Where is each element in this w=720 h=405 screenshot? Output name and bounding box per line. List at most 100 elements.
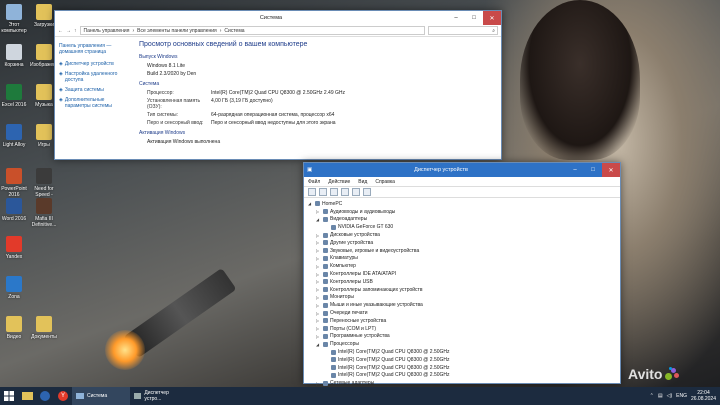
desktop-icon-powerpoint[interactable]: PowerPoint 2016: [0, 168, 28, 198]
tree-node[interactable]: ▷ Контроллеры запоминающих устройств: [308, 286, 616, 294]
expand-toggle-icon[interactable]: ◢: [316, 342, 321, 347]
expand-toggle-icon[interactable]: ▷: [316, 264, 321, 269]
up-icon[interactable]: ↑: [74, 28, 77, 34]
properties-button[interactable]: [330, 188, 338, 196]
expand-toggle-icon[interactable]: ▷: [316, 209, 321, 214]
scan-button[interactable]: [363, 188, 371, 196]
help-button[interactable]: [341, 188, 349, 196]
desktop-icon-zona[interactable]: Zona: [0, 276, 28, 300]
desktop-icon-yandex[interactable]: Yandex: [0, 236, 28, 260]
breadcrumb-item[interactable]: Панель управления: [84, 28, 130, 34]
menu-file[interactable]: Файл: [308, 179, 320, 185]
expand-toggle-icon[interactable]: ▷: [316, 279, 321, 284]
task-device-manager[interactable]: Диспетчер устро...: [130, 387, 188, 405]
remote-settings-link[interactable]: ◈ Настройка удаленного доступа: [59, 71, 131, 83]
expand-toggle-icon[interactable]: ▷: [316, 326, 321, 331]
tree-node[interactable]: ◢ HomePC: [308, 200, 616, 208]
tree-node[interactable]: ▷ Аудиовходы и аудиовыходы: [308, 208, 616, 216]
start-button[interactable]: [0, 387, 18, 405]
desktop-icon-video[interactable]: Видео: [0, 316, 28, 340]
tree-node[interactable]: ▷ Мыши и иные указывающие устройства: [308, 301, 616, 309]
language-indicator[interactable]: ENG: [676, 393, 687, 399]
minimize-button[interactable]: –: [566, 163, 584, 177]
tree-node[interactable]: ▷ Контроллеры USB: [308, 278, 616, 286]
tree-node[interactable]: Intel(R) Core(TM)2 Quad CPU Q8300 @ 2.50…: [308, 372, 616, 380]
explorer-icon[interactable]: [18, 387, 36, 405]
tree-node[interactable]: NVIDIA GeForce GT 630: [308, 223, 616, 231]
desktop-icon-documents[interactable]: Документы: [30, 316, 58, 340]
expand-toggle-icon[interactable]: ▷: [316, 256, 321, 261]
expand-toggle-icon[interactable]: ▷: [316, 287, 321, 292]
desktop-icon-light-alloy[interactable]: Light Alloy: [0, 124, 28, 148]
desktop-icon-recycle-bin[interactable]: Корзина: [0, 44, 28, 68]
info-value: 64-разрядная операционная система, проце…: [211, 112, 335, 118]
menu-action[interactable]: Действие: [328, 179, 350, 185]
advanced-settings-link[interactable]: ◈ Дополнительные параметры системы: [59, 97, 131, 109]
desktop-icon-word[interactable]: Word 2016: [0, 198, 28, 222]
edition-header: Выпуск Windows: [139, 54, 178, 60]
breadcrumb[interactable]: Панель управления › Все элементы панели …: [79, 26, 425, 35]
tree-node[interactable]: Intel(R) Core(TM)2 Quad CPU Q8300 @ 2.50…: [308, 348, 616, 356]
tree-node[interactable]: ◢ Процессоры: [308, 340, 616, 348]
tree-node[interactable]: ▷ Переносные устройства: [308, 317, 616, 325]
network-icon[interactable]: ▤: [658, 393, 663, 399]
close-button[interactable]: ✕: [602, 163, 620, 177]
wallpaper-figure: [520, 0, 640, 160]
clock[interactable]: 22:04 26.08.2024: [691, 390, 716, 402]
yandex-icon[interactable]: Y: [54, 387, 72, 405]
media-icon[interactable]: [36, 387, 54, 405]
tree-node[interactable]: ▷ Контроллеры IDE ATA/ATAPI: [308, 270, 616, 278]
tree-node[interactable]: ▷ Компьютер: [308, 262, 616, 270]
expand-toggle-icon[interactable]: ◢: [308, 201, 313, 206]
chevron-up-icon[interactable]: ⌃: [650, 393, 654, 399]
tree-node[interactable]: ▷ Дисковые устройства: [308, 231, 616, 239]
maximize-button[interactable]: □: [584, 163, 602, 177]
expand-toggle-icon[interactable]: ▷: [316, 240, 321, 245]
forward-button[interactable]: [319, 188, 327, 196]
breadcrumb-item[interactable]: Все элементы панели управления: [137, 28, 217, 34]
tree-node[interactable]: ◢ Видеоадаптеры: [308, 216, 616, 224]
expand-toggle-icon[interactable]: ▷: [316, 334, 321, 339]
expand-toggle-icon[interactable]: ▷: [316, 233, 321, 238]
view-button[interactable]: [352, 188, 360, 196]
expand-toggle-icon[interactable]: ◢: [316, 217, 321, 222]
back-button[interactable]: [308, 188, 316, 196]
expand-toggle-icon[interactable]: ▷: [316, 318, 321, 323]
system-protection-link[interactable]: ◈ Защита системы: [59, 87, 131, 93]
tree-node[interactable]: ▷ Порты (COM и LPT): [308, 325, 616, 333]
tree-node[interactable]: ▷ Звуковые, игровые и видеоустройства: [308, 247, 616, 255]
expand-toggle-icon[interactable]: ▷: [316, 381, 321, 386]
expand-toggle-icon[interactable]: ▷: [316, 272, 321, 277]
tree-node-label: Другие устройства: [330, 239, 374, 246]
device-manager-link[interactable]: ◈ Диспетчер устройств: [59, 61, 131, 67]
desktop-icon-this-pc[interactable]: Этот компьютер: [0, 4, 28, 34]
search-input[interactable]: ⌕: [428, 26, 498, 35]
volume-icon[interactable]: ◁): [667, 393, 673, 399]
expand-toggle-icon[interactable]: ▷: [316, 295, 321, 300]
device-manager-titlebar[interactable]: ▣ Диспетчер устройств – □ ✕: [304, 163, 620, 177]
tree-node[interactable]: Intel(R) Core(TM)2 Quad CPU Q8300 @ 2.50…: [308, 356, 616, 364]
tree-node[interactable]: ▷ Сетевые адаптеры: [308, 379, 616, 387]
system-titlebar[interactable]: Система – □ ✕: [55, 11, 501, 25]
minimize-button[interactable]: –: [447, 11, 465, 25]
task-system[interactable]: Система: [72, 387, 130, 405]
desktop-icon-excel[interactable]: Excel 2016: [0, 84, 28, 108]
tree-node[interactable]: Intel(R) Core(TM)2 Quad CPU Q8300 @ 2.50…: [308, 364, 616, 372]
tree-node[interactable]: ▷ Другие устройства: [308, 239, 616, 247]
tree-node[interactable]: ▷ Клавиатуры: [308, 255, 616, 263]
expand-toggle-icon[interactable]: ▷: [316, 303, 321, 308]
menu-help[interactable]: Справка: [375, 179, 395, 185]
menu-view[interactable]: Вид: [358, 179, 367, 185]
expand-toggle-icon[interactable]: ▷: [316, 311, 321, 316]
expand-toggle-icon[interactable]: ▷: [316, 248, 321, 253]
breadcrumb-item[interactable]: Система: [224, 28, 244, 34]
control-panel-home-link[interactable]: Панель управления — домашняя страница: [59, 43, 131, 55]
back-icon[interactable]: ←: [58, 28, 63, 34]
tree-node[interactable]: ▷ Мониторы: [308, 294, 616, 302]
forward-icon[interactable]: →: [66, 28, 71, 34]
tree-node[interactable]: ▷ Очереди печати: [308, 309, 616, 317]
maximize-button[interactable]: □: [465, 11, 483, 25]
desktop-icon-mafia[interactable]: Mafia III Definitive...: [30, 198, 58, 228]
tree-node[interactable]: ▷ Программные устройства: [308, 333, 616, 341]
close-button[interactable]: ✕: [483, 11, 501, 25]
